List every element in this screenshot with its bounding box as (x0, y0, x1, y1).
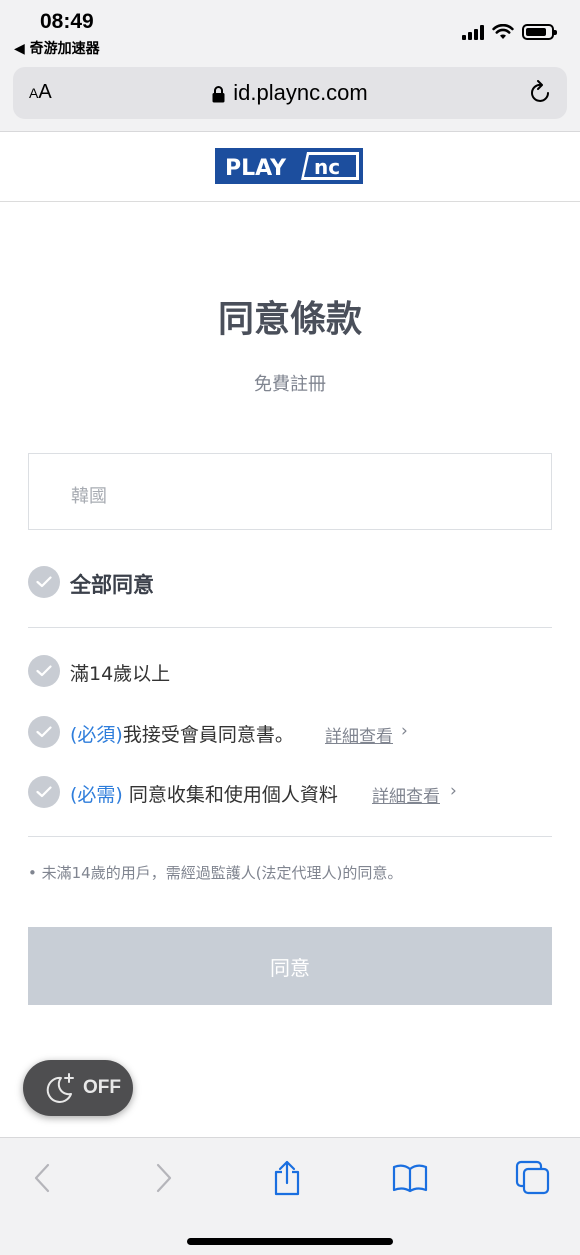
battery-icon (522, 24, 557, 40)
country-select[interactable]: 韓國 (28, 453, 552, 530)
checkmark-icon (36, 786, 52, 798)
agree-all-label[interactable]: 全部同意 (70, 569, 154, 599)
forward-button[interactable] (144, 1158, 184, 1198)
privacy-consent-detail-link[interactable]: 詳細查看 (372, 782, 440, 807)
agree-all-checkbox[interactable] (28, 566, 60, 598)
agree-button[interactable]: 同意 (28, 927, 552, 1005)
bookmarks-button[interactable] (390, 1158, 430, 1198)
tabs-icon (515, 1160, 550, 1195)
back-to-app-link[interactable]: ◀ 奇游加速器 (14, 38, 100, 58)
book-icon (392, 1164, 428, 1193)
member-agreement-checkbox[interactable] (28, 716, 60, 748)
privacy-consent-text: 同意收集和使用個人資料 (122, 784, 338, 806)
share-icon (274, 1160, 300, 1196)
status-time: 08:49 (40, 10, 94, 33)
checkmark-icon (36, 665, 52, 677)
age-14-label[interactable]: 滿14歲以上 (70, 659, 170, 686)
wifi-icon (492, 24, 514, 39)
lock-icon (212, 86, 225, 103)
privacy-consent-checkbox[interactable] (28, 776, 60, 808)
browser-toolbar (0, 1137, 580, 1255)
status-icons (462, 24, 557, 40)
back-button[interactable] (22, 1158, 62, 1198)
plaync-logo[interactable]: PLAY nc (215, 148, 363, 184)
address-bar[interactable]: AA id.plaync.com (13, 67, 567, 119)
share-button[interactable] (267, 1158, 307, 1198)
moon-icon (46, 1073, 74, 1103)
member-agreement-text: 我接受會員同意書。 (122, 724, 294, 746)
chevron-right-icon[interactable]: › (450, 781, 457, 801)
url-text: id.plaync.com (233, 80, 368, 105)
night-mode-status: OFF (83, 1077, 121, 1098)
page-subtitle: 免費註冊 (254, 374, 326, 395)
country-placeholder: 韓國 (71, 486, 107, 507)
cellular-signal-icon (462, 24, 484, 40)
age-notice: • 未滿14歲的用戶，需經過監護人(法定代理人)的同意。 (28, 864, 403, 882)
logo-play-text: PLAY (225, 156, 287, 181)
page-title: 同意條款 (217, 299, 362, 340)
status-bar: 08:49 ◀ 奇游加速器 (0, 0, 580, 62)
divider (28, 836, 552, 837)
browser-address-area: AA id.plaync.com (0, 62, 580, 132)
url-display[interactable]: id.plaync.com (13, 80, 567, 106)
tabs-button[interactable] (513, 1158, 553, 1198)
required-tag: (必須) (70, 724, 123, 746)
privacy-consent-label[interactable]: (必需) 同意收集和使用個人資料 (70, 780, 338, 807)
home-indicator (187, 1238, 393, 1245)
chevron-left-icon (34, 1163, 50, 1193)
member-agreement-detail-link[interactable]: 詳細查看 (325, 722, 393, 747)
reload-icon[interactable] (529, 80, 553, 106)
required-tag: (必需) (70, 784, 123, 806)
logo-nc-text: nc (314, 155, 340, 179)
chevron-right-icon (156, 1163, 172, 1193)
chevron-right-icon[interactable]: › (401, 721, 408, 741)
divider (28, 627, 552, 628)
site-header: PLAY nc (0, 132, 580, 202)
night-mode-toggle[interactable]: OFF (23, 1060, 133, 1116)
age-14-checkbox[interactable] (28, 655, 60, 687)
checkmark-icon (36, 726, 52, 738)
checkmark-icon (36, 576, 52, 588)
member-agreement-label[interactable]: (必須)我接受會員同意書。 (70, 720, 294, 747)
